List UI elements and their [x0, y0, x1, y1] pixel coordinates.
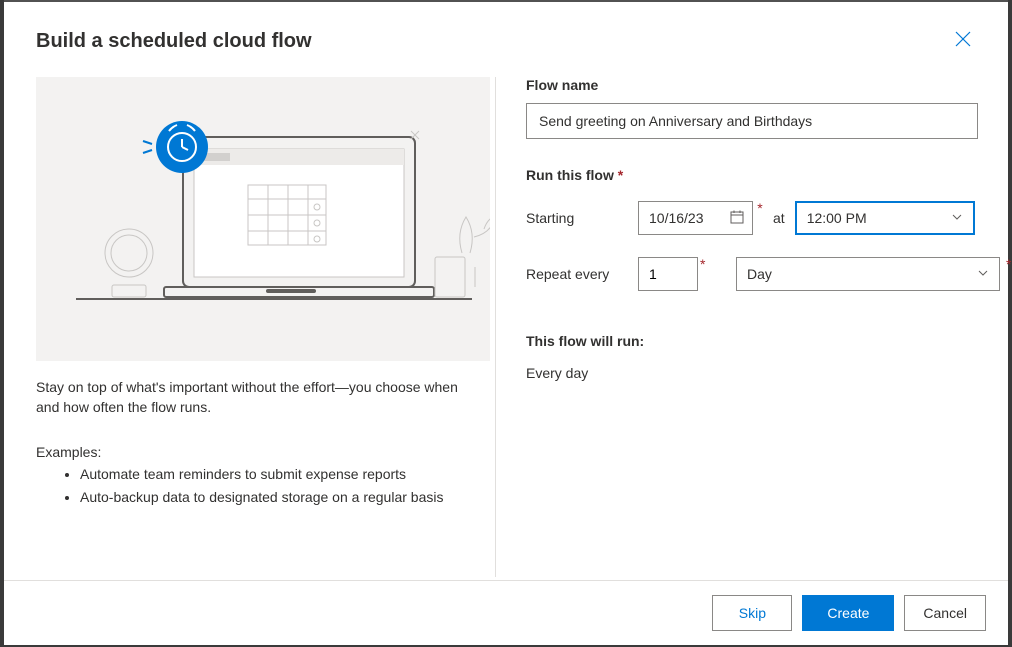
start-date-picker[interactable]: 10/16/23 [638, 201, 753, 235]
dialog-header: Build a scheduled cloud flow [4, 2, 1008, 57]
starting-label: Starting [526, 210, 638, 226]
repeat-row: Repeat every * Day * [526, 257, 1011, 291]
repeat-label: Repeat every [526, 266, 638, 282]
flow-name-label: Flow name [526, 77, 1011, 93]
dialog-footer: Skip Create Cancel [4, 580, 1008, 645]
right-panel: Flow name Run this flow * Starting 10/16… [496, 77, 1011, 577]
left-panel: Stay on top of what's important without … [36, 77, 496, 577]
starting-row: Starting 10/16/23 * at 12:00 PM [526, 201, 1011, 235]
scheduled-flow-dialog: Build a scheduled cloud flow [4, 0, 1008, 645]
chevron-down-icon [951, 210, 963, 226]
chevron-down-icon [977, 266, 989, 282]
example-item: Auto-backup data to designated storage o… [80, 487, 479, 508]
start-time-dropdown[interactable]: 12:00 PM [795, 201, 975, 235]
required-asterisk: * [618, 167, 623, 183]
start-date-value: 10/16/23 [649, 210, 704, 226]
calendar-icon [730, 210, 744, 227]
skip-button[interactable]: Skip [712, 595, 792, 631]
run-flow-label: Run this flow * [526, 167, 1011, 183]
required-asterisk: * [1006, 256, 1011, 272]
examples-label: Examples: [36, 444, 479, 460]
will-run-label: This flow will run: [526, 333, 1011, 349]
examples-list: Automate team reminders to submit expens… [36, 464, 479, 508]
dialog-body: Stay on top of what's important without … [4, 57, 1008, 577]
at-label: at [773, 210, 785, 226]
repeat-unit-value: Day [747, 266, 772, 282]
close-icon[interactable] [950, 26, 976, 57]
description-text: Stay on top of what's important without … [36, 377, 479, 418]
required-asterisk: * [700, 256, 712, 272]
will-run-text: Every day [526, 365, 1011, 381]
example-item: Automate team reminders to submit expens… [80, 464, 479, 485]
flow-name-input[interactable] [526, 103, 978, 139]
cancel-button[interactable]: Cancel [904, 595, 986, 631]
dialog-title: Build a scheduled cloud flow [36, 30, 312, 53]
start-time-value: 12:00 PM [807, 210, 867, 226]
repeat-count-input[interactable] [638, 257, 698, 291]
repeat-unit-dropdown[interactable]: Day [736, 257, 1000, 291]
illustration [36, 77, 490, 361]
create-button[interactable]: Create [802, 595, 894, 631]
required-asterisk: * [753, 200, 767, 216]
